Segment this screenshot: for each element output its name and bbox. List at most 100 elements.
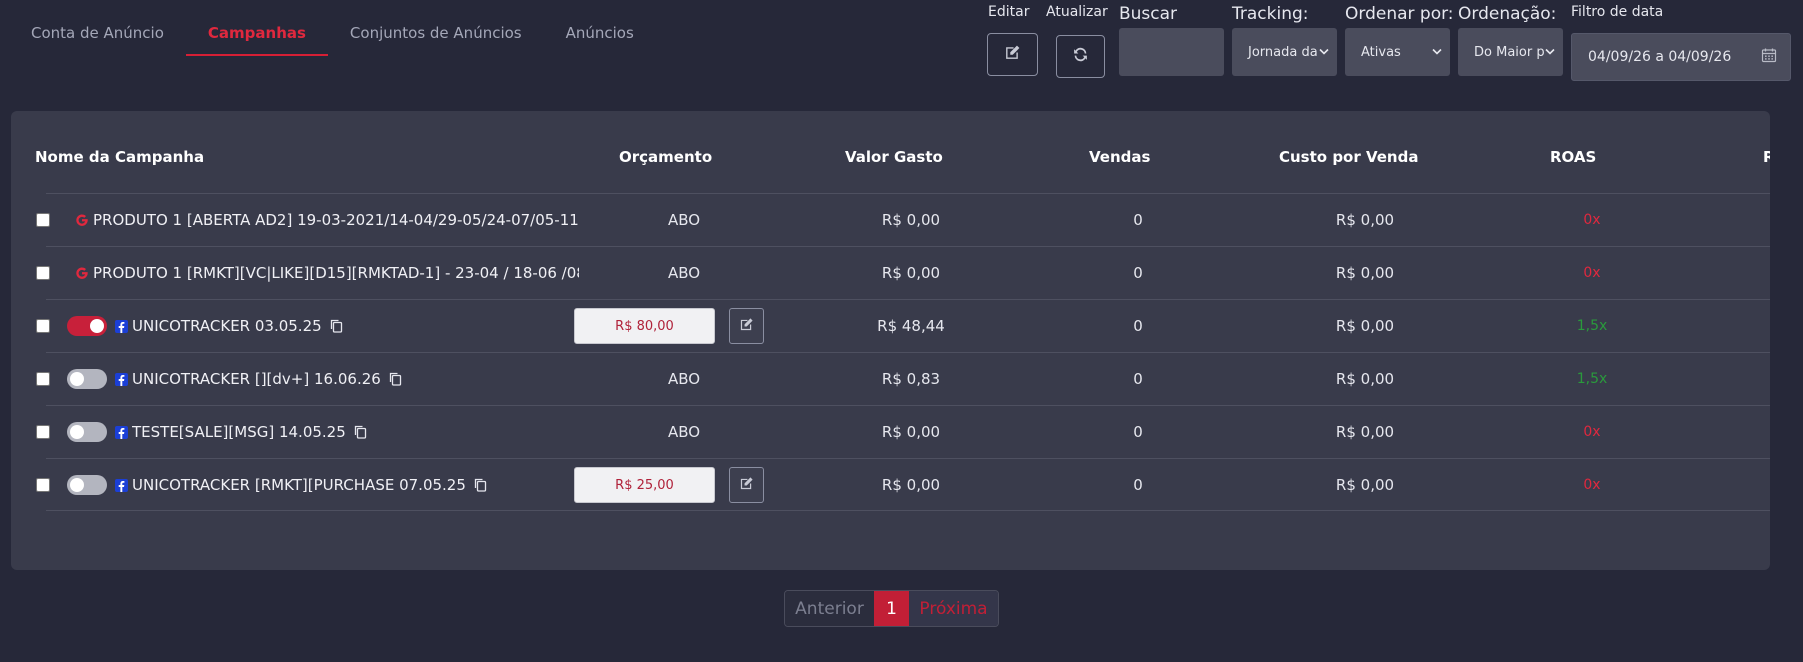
status-toggle[interactable] (67, 316, 107, 336)
row-checkbox[interactable] (36, 266, 50, 280)
header-budget[interactable]: Orçamento (619, 148, 712, 166)
header-spent[interactable]: Valor Gasto (845, 148, 943, 166)
chevron-down-icon (1432, 45, 1442, 60)
tab-ads[interactable]: Anúncios (544, 12, 656, 56)
toggle-knob (70, 372, 84, 386)
toggle-knob (70, 425, 84, 439)
roas-value: 0x (1583, 212, 1601, 228)
cost-per-sale-value: R$ 0,00 (1335, 317, 1395, 335)
copy-icon[interactable] (474, 478, 487, 492)
table-row: UNICOTRACKER [RMKT][PURCHASE 07.05.25 R$… (36, 458, 1770, 511)
table-row: UNICOTRACKER [][dv+] 16.06.26 ABO R$ 0,8… (36, 352, 1770, 405)
budget-edit-button[interactable] (729, 308, 764, 344)
edit-button[interactable] (987, 33, 1038, 76)
sales-value: 0 (1133, 423, 1143, 441)
budget-value: ABO (667, 423, 701, 441)
campaign-name[interactable]: PRODUTO 1 [ABERTA AD2] 19-03-2021/14-04/… (93, 194, 579, 246)
sales-value: 0 (1133, 317, 1143, 335)
refresh-icon (1072, 46, 1089, 67)
budget-value: ABO (667, 211, 701, 229)
roas-value: 0x (1583, 477, 1601, 493)
budget-input[interactable]: R$ 25,00 (574, 467, 715, 503)
toggle-knob (70, 478, 84, 492)
table-row: UNICOTRACKER 03.05.25 R$ 80,00 R$ 48,44 … (36, 299, 1770, 352)
spent-value: R$ 48,44 (877, 317, 945, 335)
order-by-select[interactable]: Ativas (1345, 28, 1450, 76)
spent-value: R$ 0,00 (881, 476, 941, 494)
row-checkbox[interactable] (36, 425, 50, 439)
copy-icon[interactable] (330, 319, 343, 333)
chevron-down-icon (1545, 45, 1555, 60)
tab-campaigns[interactable]: Campanhas (185, 12, 328, 56)
facebook-icon (115, 353, 128, 405)
facebook-icon (115, 406, 128, 458)
header-next-column[interactable]: R (1763, 148, 1770, 166)
copy-icon[interactable] (389, 372, 402, 386)
sales-value: 0 (1133, 264, 1143, 282)
tracking-select[interactable]: Jornada da (1232, 28, 1337, 76)
table-row: TESTE[SALE][MSG] 14.05.25 ABO R$ 0,00 0 … (36, 405, 1770, 458)
edit-label: Editar (988, 4, 1030, 20)
roas-value: 1,5x (1576, 371, 1608, 387)
campaign-name[interactable]: UNICOTRACKER [RMKT][PURCHASE 07.05.25 (132, 459, 487, 511)
order-by-label: Ordenar por: (1345, 4, 1454, 24)
campaign-name[interactable]: TESTE[SALE][MSG] 14.05.25 (132, 406, 367, 458)
campaign-name[interactable]: PRODUTO 1 [RMKT][VC|LIKE][D15][RMKTAD-1]… (93, 247, 579, 299)
ordering-select[interactable]: Do Maior p (1458, 28, 1563, 76)
chevron-down-icon (1319, 45, 1329, 60)
sales-value: 0 (1133, 211, 1143, 229)
cost-per-sale-value: R$ 0,00 (1335, 423, 1395, 441)
tab-bar: Conta de Anúncio Campanhas Conjuntos de … (9, 12, 656, 56)
facebook-icon (115, 459, 128, 511)
date-filter-input[interactable]: 04/09/26 a 04/09/26 (1571, 33, 1791, 81)
table-row: PRODUTO 1 [RMKT][VC|LIKE][D15][RMKTAD-1]… (36, 246, 1770, 299)
tab-ad-account[interactable]: Conta de Anúncio (9, 12, 186, 56)
refresh-label: Atualizar (1046, 4, 1108, 20)
prev-page-button[interactable]: Anterior (785, 591, 874, 626)
copy-icon[interactable] (354, 425, 367, 439)
header-sales[interactable]: Vendas (1089, 148, 1150, 166)
cost-per-sale-value: R$ 0,00 (1335, 264, 1395, 282)
budget-edit-button[interactable] (729, 467, 764, 503)
campaign-name[interactable]: UNICOTRACKER 03.05.25 (132, 300, 343, 352)
page-number-button[interactable]: 1 (874, 591, 909, 626)
budget-input[interactable]: R$ 80,00 (574, 308, 715, 344)
facebook-icon (115, 300, 128, 352)
date-filter-label: Filtro de data (1571, 4, 1664, 20)
tab-ad-sets[interactable]: Conjuntos de Anúncios (328, 12, 544, 56)
toggle-knob (90, 319, 104, 333)
header-campaign-name[interactable]: Nome da Campanha (35, 148, 204, 166)
row-checkbox[interactable] (36, 213, 50, 227)
edit-icon (739, 317, 754, 336)
cost-per-sale-value: R$ 0,00 (1335, 370, 1395, 388)
spent-value: R$ 0,00 (881, 264, 941, 282)
spent-value: R$ 0,00 (881, 211, 941, 229)
next-page-button[interactable]: Próxima (909, 591, 998, 626)
pagination: Anterior 1 Próxima (784, 590, 999, 627)
header-cost-per-sale[interactable]: Custo por Venda (1279, 148, 1418, 166)
campaign-table: Nome da Campanha Orçamento Valor Gasto V… (11, 111, 1770, 570)
edit-icon (1004, 44, 1021, 65)
table-row: PRODUTO 1 [ABERTA AD2] 19-03-2021/14-04/… (36, 193, 1770, 246)
status-toggle[interactable] (67, 475, 107, 495)
roas-value: 0x (1583, 424, 1601, 440)
refresh-button[interactable] (1056, 35, 1105, 78)
search-label: Buscar (1119, 4, 1178, 24)
campaign-name[interactable]: UNICOTRACKER [][dv+] 16.06.26 (132, 353, 402, 405)
header-roas[interactable]: ROAS (1550, 148, 1596, 166)
status-toggle[interactable] (67, 369, 107, 389)
budget-value: ABO (667, 370, 701, 388)
row-checkbox[interactable] (36, 372, 50, 386)
cost-per-sale-value: R$ 0,00 (1335, 211, 1395, 229)
search-input[interactable] (1119, 28, 1224, 76)
google-icon (75, 247, 89, 299)
ordering-label: Ordenação: (1458, 4, 1557, 24)
status-toggle[interactable] (67, 422, 107, 442)
roas-value: 0x (1583, 265, 1601, 281)
row-checkbox[interactable] (36, 478, 50, 492)
row-checkbox[interactable] (36, 319, 50, 333)
sales-value: 0 (1133, 476, 1143, 494)
cost-per-sale-value: R$ 0,00 (1335, 476, 1395, 494)
edit-icon (739, 476, 754, 495)
budget-value: ABO (667, 264, 701, 282)
